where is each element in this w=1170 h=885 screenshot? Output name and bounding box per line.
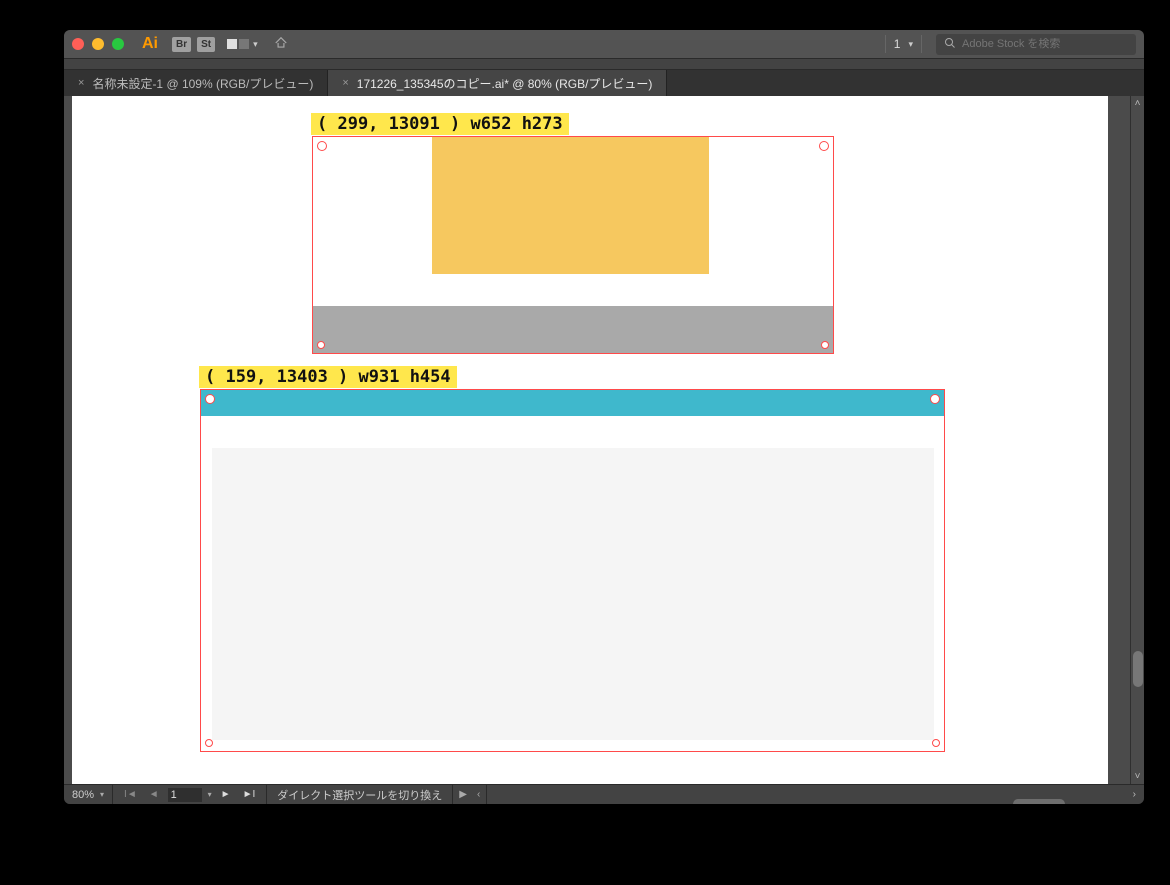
- app-window: Ai Br St ▾ 1 ▾ × 名: [64, 30, 1144, 804]
- chevron-down-icon: ▾: [908, 39, 913, 50]
- next-artboard-button[interactable]: ►: [218, 789, 234, 800]
- close-icon[interactable]: ×: [78, 77, 84, 89]
- document-tab-label: 171226_135345のコピー.ai* @ 80% (RGB/プレビュー): [357, 75, 653, 92]
- last-artboard-button[interactable]: ►I: [240, 789, 259, 800]
- scroll-track[interactable]: [1131, 111, 1144, 769]
- chevron-down-icon: ▾: [253, 39, 258, 50]
- vertical-scrollbar[interactable]: ˄ ˅: [1130, 96, 1144, 784]
- scroll-down-icon[interactable]: ˅: [1135, 769, 1141, 784]
- canvas[interactable]: ( 299, 13091 ) w652 h273 ( 159, 13403 ) …: [64, 96, 1130, 784]
- zoom-value: 80%: [72, 789, 94, 801]
- bridge-badge[interactable]: Br: [172, 37, 191, 52]
- search-icon: [944, 37, 956, 52]
- document-area: ( 299, 13091 ) w652 h273 ( 159, 13403 ) …: [64, 96, 1144, 784]
- document-tab-label: 名称未設定-1 @ 109% (RGB/プレビュー): [92, 75, 313, 92]
- stock-badge[interactable]: St: [197, 37, 215, 52]
- first-artboard-button[interactable]: I◄: [121, 789, 140, 800]
- status-bar: 80% ▾ I◄ ◄ ▾ ► ►I ダイレクト選択ツールを切り換え ▶ ‹ ›: [64, 784, 1144, 804]
- titlebar: Ai Br St ▾ 1 ▾: [64, 30, 1144, 58]
- scroll-right-icon[interactable]: ›: [1125, 789, 1144, 800]
- document-tabs: × 名称未設定-1 @ 109% (RGB/プレビュー) × 171226_13…: [64, 70, 1144, 96]
- artboard: ( 299, 13091 ) w652 h273 ( 159, 13403 ) …: [72, 96, 1108, 784]
- artboard-nav: I◄ ◄ ▾ ► ►I: [113, 785, 267, 804]
- zoom-level[interactable]: 80% ▾: [64, 785, 113, 804]
- artboard-number-input[interactable]: [168, 788, 202, 802]
- gpu-preview-icon[interactable]: [274, 36, 288, 53]
- minimize-window-button[interactable]: [92, 38, 104, 50]
- close-icon[interactable]: ×: [342, 77, 348, 89]
- arrange-documents-button[interactable]: ▾: [227, 39, 258, 50]
- workspace-label: 1: [894, 37, 901, 51]
- tool-hint: ダイレクト選択ツールを切り換え: [267, 785, 453, 804]
- selection-box[interactable]: [200, 389, 945, 752]
- document-tab[interactable]: × 名称未設定-1 @ 109% (RGB/プレビュー): [64, 70, 328, 96]
- tool-hint-text: ダイレクト選択ツールを切り換え: [277, 787, 442, 803]
- scroll-thumb[interactable]: [1133, 651, 1143, 687]
- prev-artboard-button[interactable]: ◄: [146, 789, 162, 800]
- window-controls: [72, 38, 124, 50]
- annotation-label: ( 159, 13403 ) w931 h454: [199, 366, 457, 388]
- chevron-down-icon: ▾: [100, 790, 104, 799]
- close-window-button[interactable]: [72, 38, 84, 50]
- stock-search-input[interactable]: [962, 38, 1128, 50]
- annotation-label: ( 299, 13091 ) w652 h273: [311, 113, 569, 135]
- stock-search[interactable]: [936, 34, 1136, 55]
- play-icon: ▶: [459, 789, 467, 800]
- scroll-up-icon[interactable]: ˄: [1135, 96, 1141, 111]
- status-popup-button[interactable]: ▶ ‹: [453, 785, 487, 804]
- workspace-switcher[interactable]: 1 ▾: [885, 35, 922, 53]
- document-tab[interactable]: × 171226_135345のコピー.ai* @ 80% (RGB/プレビュー…: [328, 70, 667, 96]
- selection-box[interactable]: [312, 136, 834, 354]
- scroll-thumb[interactable]: [1013, 799, 1065, 805]
- chevron-down-icon: ▾: [208, 790, 212, 799]
- control-bar: [64, 58, 1144, 70]
- zoom-window-button[interactable]: [112, 38, 124, 50]
- chevron-left-icon: ‹: [477, 789, 480, 800]
- app-logo: Ai: [142, 35, 158, 53]
